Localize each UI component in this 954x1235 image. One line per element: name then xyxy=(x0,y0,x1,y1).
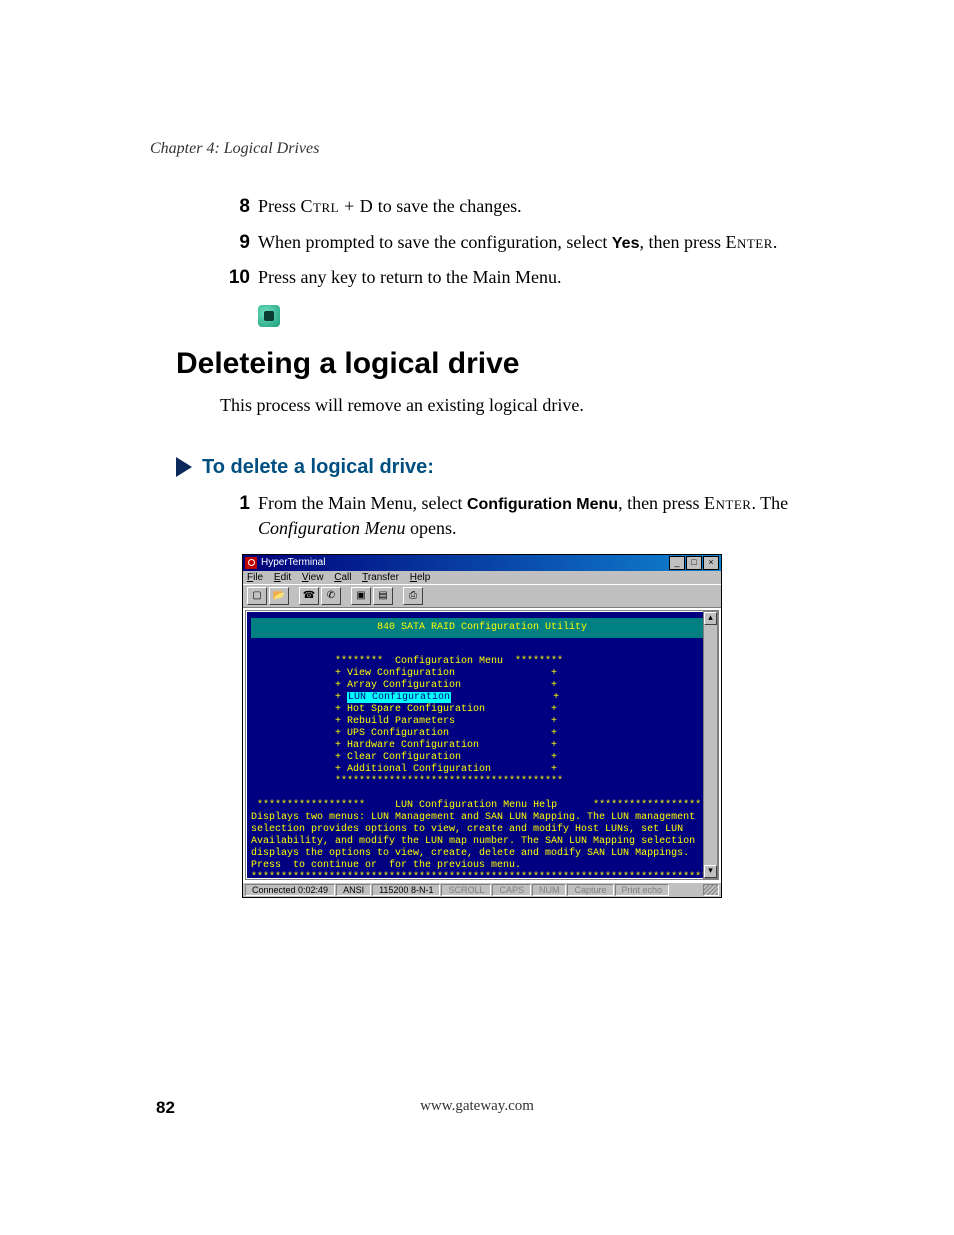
toolbar-properties-icon[interactable]: ⎙ xyxy=(403,587,423,605)
step-body: From the Main Menu, select Configuration… xyxy=(258,491,834,540)
page-number: 82 xyxy=(156,1098,175,1118)
footer-url: www.gateway.com xyxy=(420,1098,534,1115)
status-num: NUM xyxy=(532,884,567,896)
menu-view[interactable]: View xyxy=(302,572,324,583)
step-text: Press any key to return to the Main Menu… xyxy=(258,267,561,287)
statusbar: Connected 0:02:49 ANSI 115200 8-N-1 SCRO… xyxy=(243,882,721,897)
toolbar: ▢ 📂 ☎ ✆ ▣ ▤ ⎙ xyxy=(243,584,721,608)
key-enter: Enter xyxy=(704,493,751,513)
procedure-steps: 1 From the Main Menu, select Configurati… xyxy=(220,491,834,540)
status-scroll: SCROLL xyxy=(441,884,491,896)
close-button[interactable]: × xyxy=(703,556,719,570)
status-connected: Connected 0:02:49 xyxy=(245,884,335,896)
steps-continued: 8 Press Ctrl + D to save the changes. 9 … xyxy=(220,194,834,291)
step-text: to save the changes. xyxy=(373,196,521,216)
section-description: This process will remove an existing log… xyxy=(220,395,834,416)
step-1: 1 From the Main Menu, select Configurati… xyxy=(220,491,834,540)
scrollbar[interactable]: ▴ ▾ xyxy=(703,611,718,879)
step-text: , then press xyxy=(639,232,725,252)
step-text: Press xyxy=(258,196,301,216)
step-number: 9 xyxy=(220,230,250,256)
menu-transfer[interactable]: Transfer xyxy=(362,572,399,583)
terminal-screen[interactable]: 840 SATA RAID Configuration Utility ****… xyxy=(247,612,717,878)
terminal-banner: 840 SATA RAID Configuration Utility xyxy=(251,618,713,638)
toolbar-disconnect-icon[interactable]: ✆ xyxy=(321,587,341,605)
play-icon xyxy=(176,457,192,477)
status-capture: Capture xyxy=(567,884,613,896)
status-config: 115200 8-N-1 xyxy=(372,884,440,896)
step-text: When prompted to save the configuration,… xyxy=(258,232,612,252)
menu-help[interactable]: Help xyxy=(410,572,431,583)
step-number: 10 xyxy=(220,265,250,291)
yes-label: Yes xyxy=(612,235,640,252)
step-text: opens. xyxy=(406,518,457,538)
status-caps: CAPS xyxy=(492,884,531,896)
step-number: 8 xyxy=(220,194,250,220)
config-menu-label: Configuration Menu xyxy=(467,496,618,513)
end-of-procedure-icon xyxy=(258,305,834,327)
step-9: 9 When prompted to save the configuratio… xyxy=(220,230,834,256)
procedure-header: To delete a logical drive: xyxy=(176,456,834,479)
step-text: , then press xyxy=(618,493,704,513)
step-text: From the Main Menu, select xyxy=(258,493,467,513)
terminal-frame: ▴ ▾ 840 SATA RAID Configuration Utility … xyxy=(243,608,721,882)
maximize-button[interactable]: □ xyxy=(686,556,702,570)
menu-edit[interactable]: Edit xyxy=(274,572,291,583)
scroll-down-icon[interactable]: ▾ xyxy=(704,865,717,878)
chapter-header: Chapter 4: Logical Drives xyxy=(150,140,834,158)
step-number: 1 xyxy=(220,491,250,517)
step-body: Press Ctrl + D to save the changes. xyxy=(258,194,834,218)
titlebar: HyperTerminal _ □ × xyxy=(243,555,721,571)
key-enter: Enter xyxy=(725,232,772,252)
toolbar-open-icon[interactable]: 📂 xyxy=(269,587,289,605)
key-ctrl-d: Ctrl + D xyxy=(301,196,374,216)
step-text: . The xyxy=(751,493,788,513)
procedure-title: To delete a logical drive: xyxy=(202,456,434,479)
toolbar-send-icon[interactable]: ▣ xyxy=(351,587,371,605)
scroll-up-icon[interactable]: ▴ xyxy=(704,612,717,625)
status-emulation: ANSI xyxy=(336,884,371,896)
config-menu-italic: Configuration Menu xyxy=(258,518,406,538)
hyperterminal-window: HyperTerminal _ □ × File Edit View Call … xyxy=(242,554,722,898)
toolbar-new-icon[interactable]: ▢ xyxy=(247,587,267,605)
step-10: 10 Press any key to return to the Main M… xyxy=(220,265,834,291)
minimize-button[interactable]: _ xyxy=(669,556,685,570)
status-printecho: Print echo xyxy=(615,884,670,896)
menu-item-selected[interactable]: LUN Configuration xyxy=(347,692,451,703)
resize-grip-icon[interactable] xyxy=(703,884,719,896)
toolbar-connect-icon[interactable]: ☎ xyxy=(299,587,319,605)
window-title: HyperTerminal xyxy=(261,557,325,568)
page-footer: 82 www.gateway.com xyxy=(0,1098,954,1115)
toolbar-receive-icon[interactable]: ▤ xyxy=(373,587,393,605)
section-heading: Deleteing a logical drive xyxy=(176,347,834,381)
menu-call[interactable]: Call xyxy=(334,572,351,583)
step-body: Press any key to return to the Main Menu… xyxy=(258,265,834,289)
menu-file[interactable]: File xyxy=(247,572,263,583)
menubar[interactable]: File Edit View Call Transfer Help xyxy=(243,571,721,584)
step-8: 8 Press Ctrl + D to save the changes. xyxy=(220,194,834,220)
step-text: . xyxy=(773,232,778,252)
step-body: When prompted to save the configuration,… xyxy=(258,230,834,255)
app-icon xyxy=(245,557,257,569)
